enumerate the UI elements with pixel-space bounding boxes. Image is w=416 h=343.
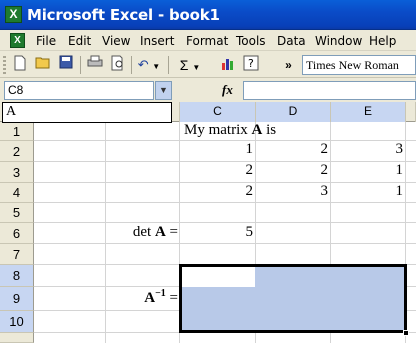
save-icon[interactable] (55, 55, 76, 75)
cell-edit-overlay[interactable]: A (2, 102, 172, 123)
excel-app-icon[interactable]: X (5, 6, 22, 23)
name-box-dropdown-icon[interactable]: ▼ (155, 81, 172, 100)
row-header[interactable]: 8 (0, 265, 34, 287)
column-header-e[interactable]: E (331, 102, 406, 122)
menu-file[interactable]: File (36, 34, 56, 48)
cell-c1[interactable]: My matrix A is (184, 122, 276, 139)
toolbar-grip[interactable] (3, 56, 6, 74)
menu-data[interactable]: Data (277, 34, 306, 48)
insert-function-icon[interactable]: fx (222, 82, 233, 98)
det-label: det A = (132, 224, 178, 240)
menu-insert[interactable]: Insert (140, 34, 174, 48)
worksheet-grid[interactable]: C D E 1 2 3 4 5 6 7 8 9 10 My matrix A i… (0, 102, 416, 343)
menu-edit[interactable]: Edit (68, 34, 91, 48)
column-header-d[interactable]: D (256, 102, 331, 122)
window-title: Microsoft Excel - book1 (27, 6, 220, 24)
row-header[interactable]: 9 (0, 287, 34, 311)
cell-c2[interactable]: 1 (180, 141, 254, 158)
toolbar-separator (80, 56, 81, 74)
menu-window[interactable]: Window (315, 34, 362, 48)
matrix-intro-text: My matrix A is (184, 122, 277, 138)
help-icon[interactable]: ? (240, 55, 261, 75)
standard-toolbar: ↶ ▼ Σ ▼ ? » Times New Roman (0, 52, 416, 78)
workbook-icon[interactable]: X (10, 33, 25, 48)
formula-input[interactable] (243, 81, 416, 100)
print-preview-icon[interactable] (107, 55, 128, 75)
row-header[interactable]: 4 (0, 183, 34, 203)
toolbar-separator (168, 56, 169, 74)
toolbar-separator (131, 56, 132, 74)
cell-d3[interactable]: 2 (256, 162, 329, 179)
gridline (34, 243, 416, 244)
menu-format[interactable]: Format (186, 34, 228, 48)
row-header[interactable]: 7 (0, 244, 34, 265)
menu-bar: X File Edit View Insert Format Tools Dat… (0, 30, 416, 51)
row-header[interactable]: 3 (0, 162, 34, 183)
cell-c6[interactable]: 5 (180, 224, 254, 241)
svg-text:?: ? (248, 57, 254, 70)
menu-view[interactable]: View (102, 34, 130, 48)
chart-wizard-icon[interactable] (217, 55, 238, 75)
open-folder-icon[interactable] (32, 55, 53, 75)
print-icon[interactable] (84, 55, 105, 75)
selection-border (179, 264, 407, 333)
gridline (34, 222, 416, 223)
cell-e2[interactable]: 3 (331, 141, 404, 158)
cell-b6[interactable]: det A = (106, 224, 178, 241)
cell-c3[interactable]: 2 (180, 162, 254, 179)
inverse-label: A−1 = (144, 288, 178, 306)
column-header-f[interactable] (406, 102, 416, 122)
cell-d4[interactable]: 3 (256, 183, 329, 200)
fill-handle[interactable] (403, 330, 409, 336)
undo-icon[interactable]: ↶ ▼ (136, 55, 162, 75)
row-header[interactable]: 2 (0, 141, 34, 162)
new-icon[interactable] (9, 55, 30, 75)
row-header[interactable]: 5 (0, 203, 34, 223)
cell-c4[interactable]: 2 (180, 183, 254, 200)
row-header[interactable] (0, 333, 34, 343)
menu-tools[interactable]: Tools (236, 34, 266, 48)
gridline (34, 202, 416, 203)
title-bar: X Microsoft Excel - book1 (0, 0, 416, 30)
name-box[interactable]: C8 (4, 81, 154, 100)
toolbar-options-chevron-icon[interactable]: » (278, 55, 299, 75)
cell-e3[interactable]: 1 (331, 162, 404, 179)
font-name-box[interactable]: Times New Roman (302, 55, 416, 75)
column-header-c[interactable]: C (180, 102, 256, 122)
formula-bar: C8 ▼ fx (0, 79, 416, 101)
cell-d2[interactable]: 2 (256, 141, 329, 158)
row-header[interactable]: 6 (0, 223, 34, 244)
autosum-icon[interactable]: Σ ▼ (175, 55, 205, 75)
menu-help[interactable]: Help (369, 34, 396, 48)
cell-b9[interactable]: A−1 = (106, 288, 178, 307)
cell-e4[interactable]: 1 (331, 183, 404, 200)
row-header[interactable]: 1 (0, 122, 34, 141)
row-header[interactable]: 10 (0, 311, 34, 333)
